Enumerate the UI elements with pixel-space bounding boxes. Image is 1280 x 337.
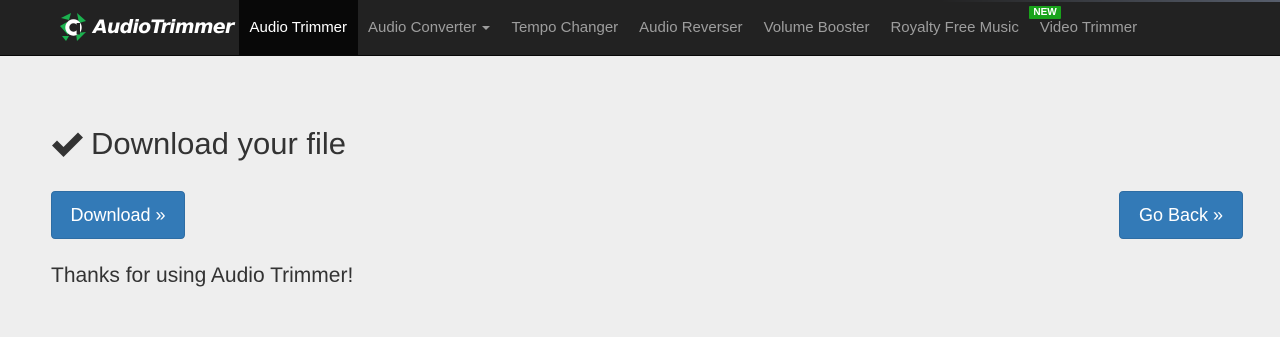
- go-back-button[interactable]: Go Back »: [1119, 191, 1243, 239]
- nav-item-video-trimmer[interactable]: NEW Video Trimmer: [1029, 0, 1147, 55]
- nav-item-volume-booster[interactable]: Volume Booster: [753, 0, 880, 55]
- top-navbar: AudioTrimmer Audio Trimmer Audio Convert…: [0, 0, 1280, 56]
- nav-item-audio-converter[interactable]: Audio Converter: [358, 0, 501, 55]
- nav-item-label: Audio Converter: [368, 19, 477, 36]
- main-nav: Audio Trimmer Audio Converter Tempo Chan…: [239, 0, 1148, 55]
- caret-down-icon: [482, 25, 491, 30]
- download-button[interactable]: Download »: [51, 191, 185, 239]
- page-title: Download your file: [51, 124, 346, 164]
- thanks-message: Thanks for using Audio Trimmer!: [51, 264, 354, 287]
- page-title-text: Download your file: [91, 126, 347, 161]
- nav-item-audio-reverser[interactable]: Audio Reverser: [629, 0, 753, 55]
- nav-item-label: Royalty Free Music: [890, 19, 1019, 36]
- nav-item-audio-trimmer[interactable]: Audio Trimmer: [239, 0, 358, 55]
- nav-item-label: Audio Reverser: [639, 19, 743, 36]
- checkmark-icon: [52, 132, 83, 157]
- nav-item-label: Volume Booster: [763, 19, 870, 36]
- nav-item-label: Video Trimmer: [1039, 19, 1138, 36]
- nav-item-label: Audio Trimmer: [249, 19, 348, 36]
- audio-trimmer-logo-icon: [60, 13, 86, 41]
- brand-name: AudioTrimmer: [93, 16, 234, 38]
- nav-item-tempo-changer[interactable]: Tempo Changer: [501, 0, 629, 55]
- brand-link[interactable]: AudioTrimmer: [58, 12, 234, 42]
- new-badge: NEW: [1029, 6, 1061, 19]
- nav-item-royalty-free-music[interactable]: Royalty Free Music: [880, 0, 1029, 55]
- nav-item-label: Tempo Changer: [511, 19, 619, 36]
